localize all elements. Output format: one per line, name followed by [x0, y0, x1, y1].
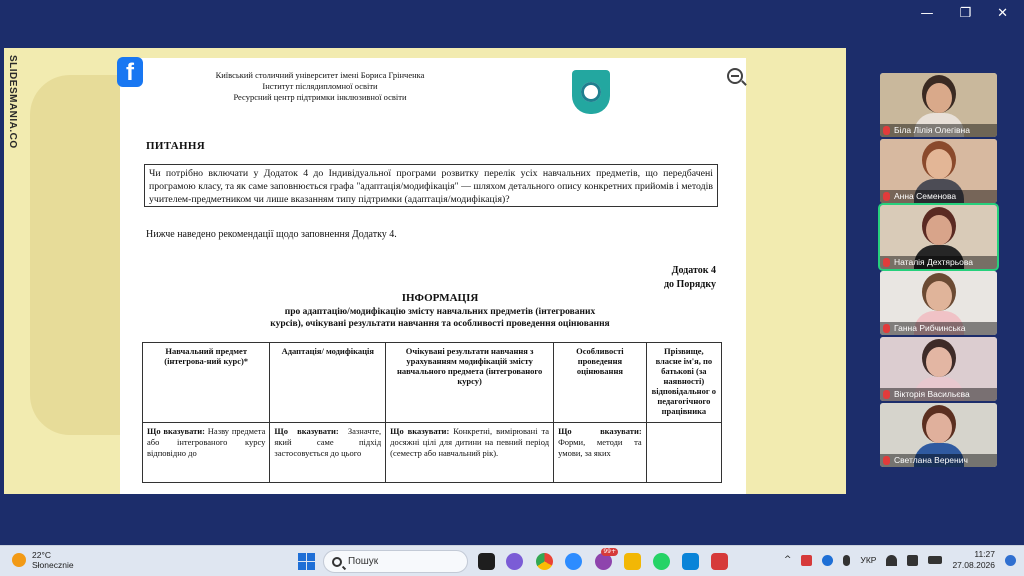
muted-mic-icon — [883, 456, 890, 465]
participant-name: Ганна Рибчинська — [894, 323, 966, 333]
muted-mic-icon — [883, 192, 890, 201]
participant-name: Наталія Дехтярьова — [894, 257, 973, 267]
clock[interactable]: 11:27 27.08.2026 — [952, 549, 995, 571]
date: 27.08.2026 — [952, 560, 995, 570]
weather-widget[interactable]: 22°C Słonecznie — [12, 550, 74, 570]
facebook-icon: f — [117, 57, 143, 87]
muted-mic-icon — [883, 258, 890, 267]
mail-icon[interactable] — [682, 553, 699, 570]
notification-badge: 99+ — [601, 548, 618, 556]
muted-mic-icon — [883, 126, 890, 135]
table-cell — [645, 422, 723, 483]
participant-name-bar: Вікторія Васильєва — [880, 388, 997, 401]
taskbar-search[interactable]: Пошук — [323, 550, 468, 573]
participant-face — [926, 149, 952, 179]
header-line: Київський столичний університет імені Бо… — [215, 70, 425, 80]
table-header: Навчальний предмет (інтегрова-ний курс)* — [141, 342, 271, 423]
document-header: Київський столичний університет імені Бо… — [180, 70, 460, 103]
participant-tile[interactable]: Вікторія Васильєва — [880, 337, 997, 401]
table-row: Що вказувати: Назву предмета або інтегро… — [141, 422, 723, 483]
participant-name: Біла Лілія Олегівна — [894, 125, 970, 135]
slide-decoration — [30, 75, 130, 435]
header-line: Ресурсний центр підтримки інклюзивної ос… — [233, 92, 407, 102]
close-button[interactable]: ✕ — [997, 6, 1008, 21]
question-title: ПИТАННЯ — [146, 140, 206, 152]
annex-label: Додаток 4 до Порядку — [664, 264, 716, 292]
muted-mic-icon — [883, 390, 890, 399]
temperature: 22°C — [32, 550, 51, 560]
table-header: Очікувані результати навчання з урахуван… — [385, 342, 555, 423]
participant-face — [926, 281, 952, 311]
weather-condition: Słonecznie — [32, 560, 74, 570]
language-indicator[interactable]: УКР — [860, 555, 876, 565]
whatsapp-icon[interactable] — [653, 553, 670, 570]
wifi-icon[interactable] — [886, 554, 898, 566]
file-explorer-icon[interactable] — [624, 553, 641, 570]
participant-tile[interactable]: Біла Лілія Олегівна — [880, 73, 997, 137]
question-text: Чи потрібно включати у Додаток 4 до Інди… — [144, 164, 718, 207]
volume-icon[interactable] — [907, 554, 919, 566]
adaptation-table: Навчальний предмет (інтегрова-ний курс)*… — [141, 342, 723, 483]
annex-line: до Порядку — [664, 279, 716, 290]
table-header: Прізвище, власне ім'я, по батькові (за н… — [645, 342, 723, 423]
chrome-icon[interactable] — [536, 553, 553, 570]
task-view-icon[interactable] — [478, 553, 495, 570]
search-icon — [332, 556, 342, 567]
participant-name-bar: Анна Семенова — [880, 190, 997, 203]
tray-expand-icon[interactable]: ^ — [784, 555, 792, 565]
participant-face — [926, 215, 952, 245]
participant-face — [926, 83, 952, 113]
windows-start-icon[interactable] — [298, 553, 315, 570]
header-line: Інститут післядипломної освіти — [262, 81, 378, 91]
participant-tile[interactable]: Ганна Рибчинська — [880, 271, 997, 335]
zoom-out-icon[interactable] — [727, 68, 743, 84]
time: 11:27 — [974, 549, 995, 559]
annex-line: Додаток 4 — [671, 265, 716, 276]
table-cell: Що вказувати: Форми, методи та умови, за… — [553, 422, 647, 483]
participant-tile[interactable]: Анна Семенова — [880, 139, 997, 203]
document-page: Київський столичний університет імені Бо… — [120, 58, 746, 494]
participant-tile[interactable]: Наталія Дехтярьова — [878, 203, 999, 271]
minimize-button[interactable]: — — [920, 6, 933, 21]
participant-name-bar: Біла Лілія Олегівна — [880, 124, 997, 137]
cloud-icon[interactable] — [822, 554, 834, 566]
muted-mic-icon — [883, 324, 890, 333]
participant-name-bar: Светлана Веренич — [880, 454, 997, 467]
search-placeholder: Пошук — [348, 556, 379, 567]
system-tray: ^ УКР 11:27 27.08.2026 — [784, 549, 1016, 571]
table-cell: Що вказувати: Конкретні, вимірювані та д… — [385, 422, 555, 483]
table-cell: Що вказувати: Назву предмета або інтегро… — [141, 422, 271, 483]
recommendation-text: Нижче наведено рекомендації щодо заповне… — [146, 229, 397, 240]
university-emblem-icon — [572, 70, 610, 114]
zoom-app-icon[interactable] — [565, 553, 582, 570]
sun-icon — [12, 553, 26, 567]
participant-name: Светлана Веренич — [894, 455, 968, 465]
participant-tile[interactable]: Светлана Веренич — [880, 403, 997, 467]
participant-name-bar: Наталія Дехтярьова — [880, 256, 997, 269]
table-header: Адаптація/ модифікація — [269, 342, 387, 423]
restore-button[interactable]: ❐ — [959, 6, 971, 21]
tray-app-icon[interactable] — [801, 554, 813, 566]
table-header-row: Навчальний предмет (інтегрова-ний курс)*… — [141, 342, 723, 423]
window-controls: — ❐ ✕ — [920, 6, 1008, 21]
participant-face — [926, 347, 952, 377]
battery-icon[interactable] — [928, 556, 943, 564]
participant-name: Анна Семенова — [894, 191, 957, 201]
info-title: ІНФОРМАЦІЯ — [401, 292, 479, 304]
info-subtitle: про адаптацію/модифікацію змісту навчаль… — [270, 307, 610, 329]
table-cell: Що вказувати: Зазначте, який саме підхід… — [269, 422, 387, 483]
taskbar: 22°C Słonecznie Пошук 99+ ^ УКР 11:27 27… — [0, 545, 1024, 576]
wps-office-icon[interactable] — [711, 553, 728, 570]
copilot-icon[interactable] — [506, 553, 523, 570]
participant-face — [926, 413, 952, 443]
viber-icon[interactable]: 99+ — [595, 548, 618, 570]
participant-name: Вікторія Васильєва — [894, 389, 970, 399]
participant-name-bar: Ганна Рибчинська — [880, 322, 997, 335]
table-header: Особливості проведення оцінювання — [553, 342, 647, 423]
microphone-icon[interactable] — [843, 554, 851, 566]
slide-brand: SLIDESMANIA.CO — [7, 55, 18, 149]
notification-icon[interactable] — [1005, 554, 1016, 566]
